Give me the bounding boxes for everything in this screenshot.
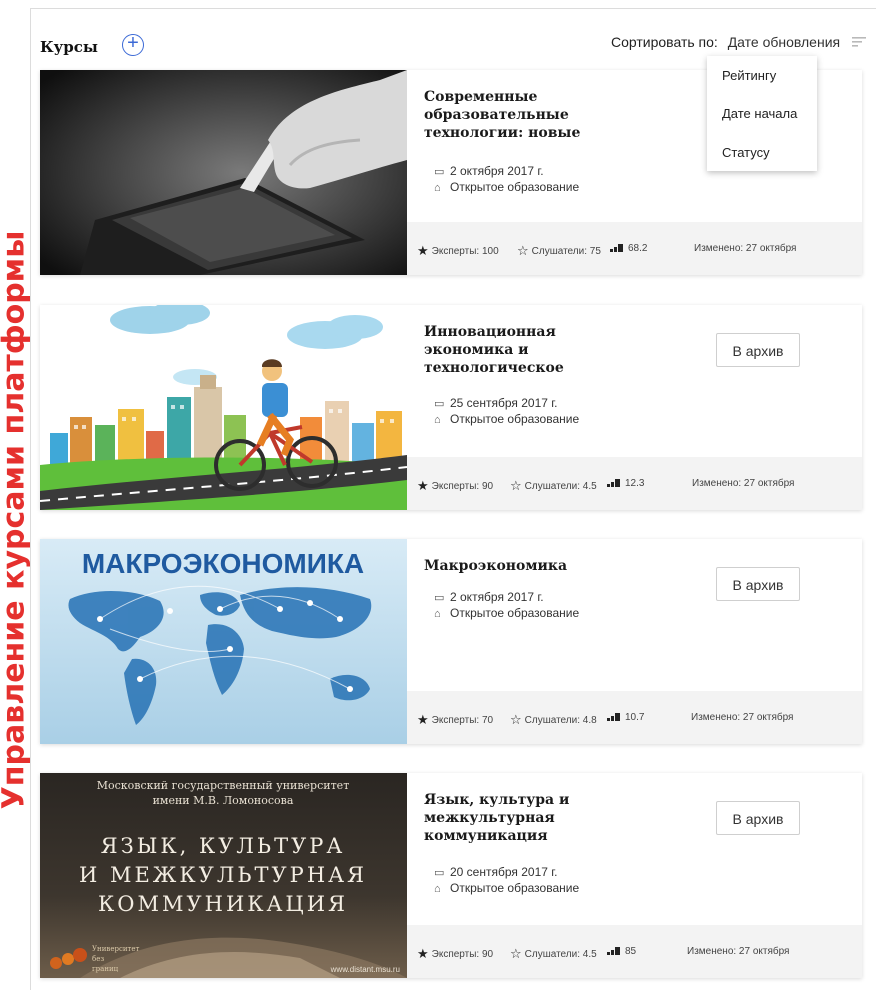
side-label: Управление курсами платформы bbox=[0, 0, 30, 989]
plus-circle-icon[interactable]: + bbox=[122, 33, 144, 56]
thumbnail-title-3: КОММУНИКАЦИЯ bbox=[98, 892, 348, 916]
rating-stat: 12.3 bbox=[607, 478, 644, 489]
course-stats: ★ Эксперты: 90 ☆ Слушатели: 4.5 85 Изменен… bbox=[407, 925, 862, 978]
experts-stat: ★ Эксперты: 90 bbox=[417, 478, 494, 493]
side-label-text: Управление курсами платформы bbox=[0, 230, 30, 810]
thumbnail-university: Московский государственный университет bbox=[97, 779, 350, 792]
course-org: ⌂ Открытое образование bbox=[434, 606, 580, 620]
course-stats: ★ Эксперты: 90 ☆ Слушатели: 4.5 12.3 Измен… bbox=[407, 457, 862, 510]
thumbnail-title: МАКРОЭКОНОМИКА bbox=[82, 548, 364, 579]
course-title[interactable]: Язык, культура и межкультурная коммуника… bbox=[424, 791, 624, 845]
star-outline-icon: ☆ bbox=[510, 478, 522, 493]
course-org: ⌂ Открытое образование bbox=[434, 881, 580, 895]
listeners-stat: ☆ Слушатели: 75 bbox=[517, 243, 601, 258]
institution-icon: ⌂ bbox=[434, 883, 441, 895]
course-date: ▭ 25 сентября 2017 г. bbox=[434, 396, 558, 410]
signal-bars-icon bbox=[607, 479, 620, 487]
thumbnail-title-1: ЯЗЫК, КУЛЬТУРА bbox=[101, 834, 346, 858]
course-title[interactable]: Инновационная экономика и технологическо… bbox=[424, 323, 624, 377]
course-title[interactable]: Современные образовательные технологии: … bbox=[424, 88, 624, 142]
experts-stat: ★ Эксперты: 70 bbox=[417, 712, 494, 727]
listeners-stat: ☆ Слушатели: 4.5 bbox=[510, 946, 597, 961]
course-date: ▭ 2 октября 2017 г. bbox=[434, 590, 544, 604]
svg-text:Университет: Университет bbox=[92, 945, 140, 953]
star-filled-icon: ★ bbox=[417, 478, 429, 493]
sort-option-start-date[interactable]: Дате начала bbox=[722, 106, 797, 121]
institution-icon: ⌂ bbox=[434, 608, 441, 620]
institution-icon: ⌂ bbox=[434, 182, 441, 194]
changed-date: Изменено: 27 октября bbox=[687, 946, 790, 957]
institution-icon: ⌂ bbox=[434, 414, 441, 426]
page-title: Курсы bbox=[40, 38, 98, 56]
changed-date: Изменено: 27 октября bbox=[692, 478, 795, 489]
listeners-stat: ☆ Слушатели: 4.8 bbox=[510, 712, 597, 727]
course-org: ⌂ Открытое образование bbox=[434, 180, 580, 194]
calendar-icon: ▭ bbox=[434, 166, 445, 178]
experts-stat: ★ Эксперты: 90 bbox=[417, 946, 494, 961]
star-outline-icon: ☆ bbox=[510, 946, 522, 961]
listeners-stat: ☆ Слушатели: 4.5 bbox=[510, 478, 597, 493]
archive-button[interactable]: В архив bbox=[716, 801, 800, 835]
course-stats: ★ Эксперты: 100 ☆ Слушатели: 75 68.2 Измен… bbox=[407, 222, 862, 275]
star-filled-icon: ★ bbox=[417, 946, 429, 961]
signal-bars-icon bbox=[607, 713, 620, 721]
changed-date: Изменено: 27 октября bbox=[694, 243, 797, 254]
calendar-icon: ▭ bbox=[434, 592, 445, 604]
sort-value[interactable]: Дате обновления bbox=[728, 34, 840, 50]
course-card[interactable]: Инновационная экономика и технологическо… bbox=[40, 305, 862, 510]
star-outline-icon: ☆ bbox=[510, 712, 522, 727]
thumbnail-university-sub: имени М.В. Ломоносова bbox=[153, 794, 294, 807]
signal-bars-icon bbox=[607, 947, 620, 955]
course-card[interactable]: МАКРОЭКОНОМИКА Макроэкономика ▭ 2 октябр… bbox=[40, 539, 862, 744]
experts-stat: ★ Эксперты: 100 bbox=[417, 243, 499, 258]
sort-label: Сортировать по: bbox=[611, 34, 718, 50]
svg-text:без: без bbox=[92, 955, 104, 963]
rating-stat: 68.2 bbox=[610, 243, 647, 254]
course-thumbnail[interactable] bbox=[40, 70, 407, 275]
course-stats: ★ Эксперты: 70 ☆ Слушатели: 4.8 10.7 Измен… bbox=[407, 691, 862, 744]
calendar-icon: ▭ bbox=[434, 867, 445, 879]
sort-lines-icon[interactable] bbox=[852, 36, 866, 48]
star-filled-icon: ★ bbox=[417, 243, 429, 258]
course-date: ▭ 20 сентября 2017 г. bbox=[434, 865, 558, 879]
sort-dropdown: Рейтингу Дате начала Статусу bbox=[707, 56, 817, 171]
rating-stat: 10.7 bbox=[607, 712, 644, 723]
archive-button[interactable]: В архив bbox=[716, 333, 800, 367]
course-org: ⌂ Открытое образование bbox=[434, 412, 580, 426]
sort-control[interactable]: Сортировать по: Дате обновления bbox=[611, 34, 866, 56]
thumbnail-title-2: И МЕЖКУЛЬТУРНАЯ bbox=[79, 863, 367, 887]
star-filled-icon: ★ bbox=[417, 712, 429, 727]
star-outline-icon: ☆ bbox=[517, 243, 529, 258]
sort-option-status[interactable]: Статусу bbox=[722, 145, 770, 160]
calendar-icon: ▭ bbox=[434, 398, 445, 410]
changed-date: Изменено: 27 октября bbox=[691, 712, 794, 723]
course-thumbnail[interactable]: Московский государственный университет и… bbox=[40, 773, 407, 978]
sort-option-rating[interactable]: Рейтингу bbox=[722, 68, 776, 83]
course-date: ▭ 2 октября 2017 г. bbox=[434, 164, 544, 178]
svg-text:границ: границ bbox=[92, 965, 119, 973]
course-thumbnail[interactable]: МАКРОЭКОНОМИКА bbox=[40, 539, 407, 744]
thumbnail-url: www.distant.msu.ru bbox=[330, 965, 400, 974]
signal-bars-icon bbox=[610, 244, 623, 252]
course-card[interactable]: Московский государственный университет и… bbox=[40, 773, 862, 978]
rating-stat: 85 bbox=[607, 946, 636, 957]
course-title[interactable]: Макроэкономика bbox=[424, 557, 624, 575]
archive-button[interactable]: В архив bbox=[716, 567, 800, 601]
course-thumbnail[interactable] bbox=[40, 305, 407, 510]
